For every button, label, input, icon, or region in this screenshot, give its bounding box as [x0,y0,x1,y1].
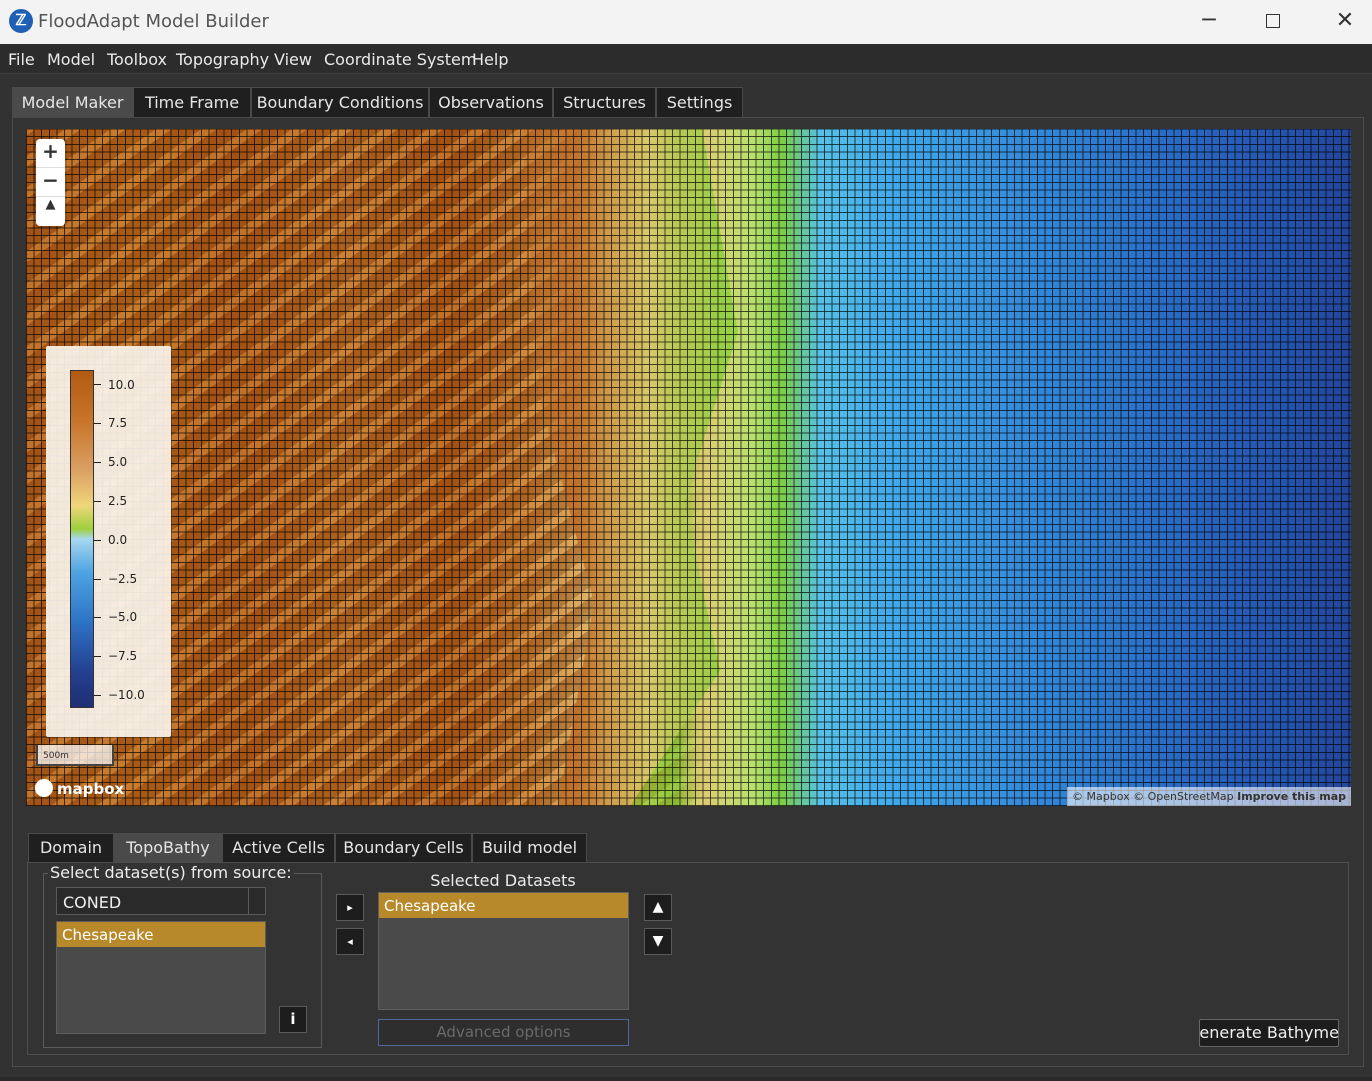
info-button[interactable]: i [279,1006,307,1033]
colorbar [70,370,94,708]
title-bar: ℤ FloodAdapt Model Builder ─ ✕ [0,0,1372,44]
source-select[interactable]: CONED [56,887,266,915]
close-button[interactable]: ✕ [1322,6,1368,38]
generate-bathymetry-label: Generate Bathymetry [1199,1023,1339,1042]
selected-datasets-list[interactable]: Chesapeake [378,892,629,1010]
improve-map-link[interactable]: Improve this map [1237,790,1346,803]
menu-file[interactable]: File [8,50,35,69]
legend-label: −2.5 [108,572,138,586]
tab-time-frame[interactable]: Time Frame [133,87,251,118]
window-title: FloodAdapt Model Builder [38,11,269,32]
status-strip [0,1077,1372,1081]
legend-tick [94,462,101,463]
available-datasets-list[interactable]: Chesapeake [56,921,266,1034]
model-grid-overlay [26,129,1351,806]
list-item[interactable]: Chesapeake [57,922,265,947]
legend-label: −10.0 [108,688,145,702]
tab-structures[interactable]: Structures [553,87,656,118]
tab-boundary-conditions[interactable]: Boundary Conditions [251,87,429,118]
legend-label: −5.0 [108,610,138,624]
subtab-boundary-cells[interactable]: Boundary Cells [335,833,472,863]
elevation-legend: 10.0 7.5 5.0 2.5 0.0 −2.5 −5.0 −7.5 −10.… [46,346,171,737]
legend-tick [94,695,101,696]
attribution-text: © Mapbox © OpenStreetMap [1072,790,1234,803]
legend-tick [94,540,101,541]
menu-bar: File Model Toolbox Topography View Coord… [0,44,1372,74]
legend-label: 5.0 [108,455,128,469]
menu-topography[interactable]: Topography [176,50,269,69]
subtab-domain[interactable]: Domain [28,833,114,863]
menu-toolbox[interactable]: Toolbox [107,50,167,69]
dropdown-arrow-icon[interactable] [248,888,265,914]
tab-observations[interactable]: Observations [429,87,553,118]
maximize-button[interactable] [1250,6,1296,38]
menu-view[interactable]: View [274,50,312,69]
compass-button[interactable]: ▲ [36,197,65,226]
legend-label: −7.5 [108,649,138,663]
move-down-button[interactable]: ▼ [644,928,672,955]
tab-model-maker[interactable]: Model Maker [12,87,133,118]
menu-help[interactable]: Help [472,50,508,69]
topobathy-map[interactable] [26,129,1351,806]
floodadapt-logo-icon: ℤ [9,9,33,33]
maximize-icon [1266,14,1280,28]
mapbox-wordmark: mapbox [57,780,125,798]
subtab-active-cells[interactable]: Active Cells [222,833,335,863]
zoom-in-button[interactable]: + [36,139,65,168]
selected-datasets-title: Selected Datasets [430,871,576,890]
legend-tick [94,656,101,657]
legend-tick [94,423,101,424]
zoom-out-button[interactable]: − [36,168,65,197]
legend-label: 10.0 [108,378,135,392]
legend-tick [94,617,101,618]
advanced-options-button[interactable]: Advanced options [378,1019,629,1046]
dataset-source-title: Select dataset(s) from source: [48,863,294,882]
add-dataset-button[interactable]: ▸ [336,894,364,921]
legend-tick [94,501,101,502]
minimize-button[interactable]: ─ [1186,6,1232,38]
move-up-button[interactable]: ▲ [644,894,672,921]
source-select-value: CONED [63,893,122,912]
zoom-control: + − ▲ [36,139,65,226]
legend-label: 2.5 [108,494,128,508]
subtab-topobathy[interactable]: TopoBathy [114,833,222,863]
legend-label: 0.0 [108,533,128,547]
remove-dataset-button[interactable]: ◂ [336,928,364,955]
tab-settings[interactable]: Settings [656,87,743,118]
list-item[interactable]: Chesapeake [379,893,628,918]
generate-bathymetry-button[interactable]: Generate Bathymetry [1199,1019,1339,1047]
menu-model[interactable]: Model [47,50,95,69]
menu-coordinate-system[interactable]: Coordinate System [324,50,476,69]
legend-tick [94,384,101,385]
legend-label: 7.5 [108,416,128,430]
scale-bar: 500m [36,745,114,766]
subtab-build-model[interactable]: Build model [472,833,587,863]
legend-tick [94,579,101,580]
mapbox-icon [35,779,53,797]
map-attribution: © Mapbox © OpenStreetMap Improve this ma… [1067,787,1351,806]
mapbox-logo[interactable]: mapbox [35,779,124,798]
